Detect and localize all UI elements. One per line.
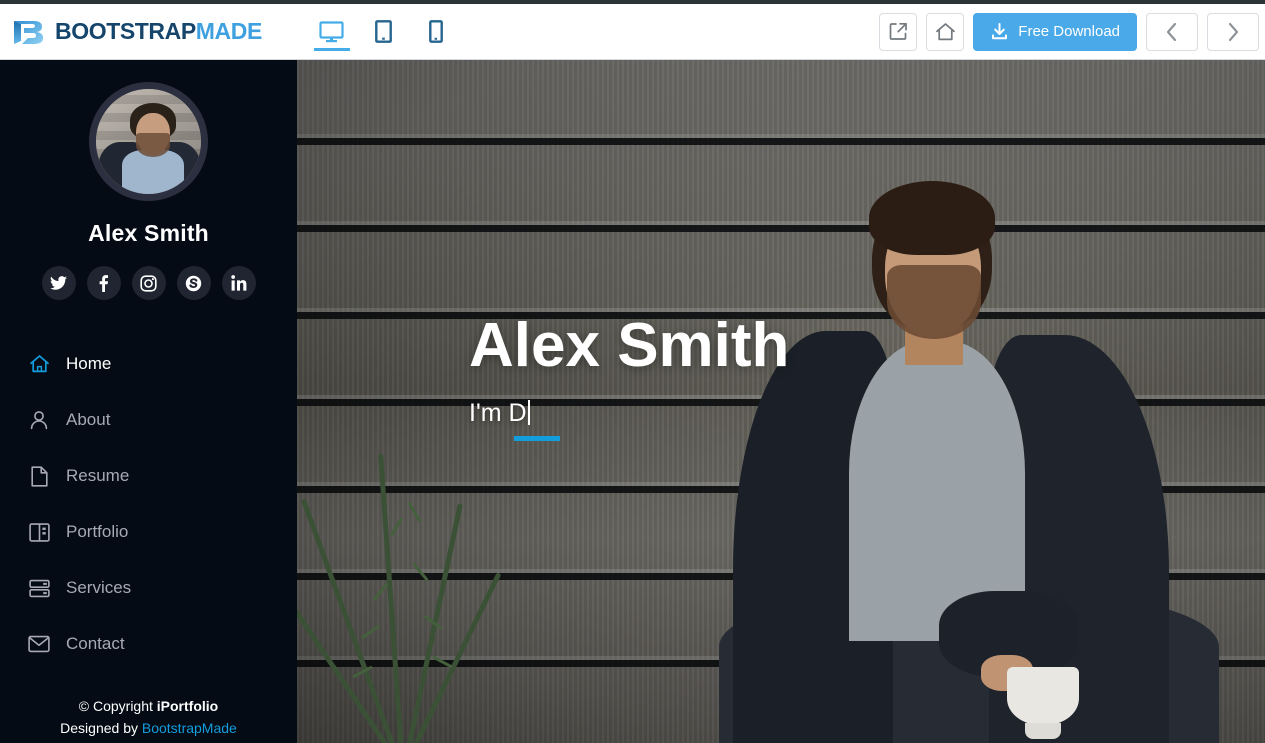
free-download-button[interactable]: Free Download [973,12,1137,51]
social-link-linkedin[interactable] [221,266,256,300]
desktop-monitor-icon [319,20,345,42]
hero-text: Alex Smith I'm D [469,311,790,441]
sidebar-item-label: Contact [66,634,125,653]
brand-text: BOOTSTRAPMADE [55,18,262,45]
server-icon [28,579,50,598]
home-icon [935,22,955,40]
social-link-skype[interactable] [176,266,211,300]
hero-accent-bar [514,436,560,441]
typing-caret [527,400,530,425]
brand[interactable]: BOOTSTRAPMADE [12,17,262,47]
previous-template-button[interactable] [1146,12,1198,51]
hero-subtitle: I'm D [469,399,789,441]
chevron-right-icon [1228,22,1239,41]
credits: Designed by BootstrapMade [0,720,297,736]
social-link-twitter[interactable] [41,266,76,300]
social-link-instagram[interactable] [131,266,166,300]
profile-name: Alex Smith [88,220,209,246]
bootstrapmade-b-logo [14,20,43,44]
home-icon [28,354,50,374]
download-icon [992,23,1008,40]
skype-icon [185,275,202,291]
linkedin-icon [230,275,246,291]
free-download-label: Free Download [1018,23,1120,40]
site-sidebar: Alex Smith Home About Resume Portfolio S… [0,60,297,743]
person-beard [887,265,981,339]
sidebar-item-label: Services [66,578,132,597]
copyright-name: iPortfolio [156,698,219,714]
viewport-mobile-button[interactable] [410,4,462,60]
preview-toolbar: BOOTSTRAPMADE Free Download [0,4,1265,60]
instagram-icon [140,274,157,292]
chevron-left-icon [1166,22,1177,41]
toolbar-home-button[interactable] [926,12,965,51]
person-hair [869,181,995,255]
sidebar-item-resume[interactable]: Resume [0,448,297,504]
sidebar-item-home[interactable]: Home [0,336,297,392]
hero-title: Alex Smith [469,311,790,380]
credits-prefix: Designed by [60,719,142,736]
social-links [0,266,297,300]
sidebar-item-contact[interactable]: Contact [0,616,297,672]
brand-text-dark: BOOTSTRAP [55,18,196,44]
tablet-icon [375,20,393,43]
viewport-tablet-button[interactable] [358,4,410,60]
coffee-cup [1007,667,1079,725]
hero-section: Alex Smith I'm D [297,60,1265,743]
facebook-icon [99,274,108,292]
brand-text-light: MADE [195,18,263,44]
sidebar-item-label: Home [66,354,112,373]
external-link-icon [889,22,907,40]
avatar [89,82,208,201]
coffee-cup-base [1025,723,1061,739]
envelope-icon [28,635,50,653]
viewport-switcher [306,4,462,60]
file-icon [28,465,50,487]
sidebar-item-label: Portfolio [66,522,129,541]
hero-subtitle-text: I'm D [469,399,527,427]
copyright-prefix: © Copyright [78,698,157,714]
open-external-button[interactable] [879,12,918,51]
sidebar-item-services[interactable]: Services [0,560,297,616]
sidebar-item-label: Resume [66,466,130,485]
social-link-facebook[interactable] [86,266,121,300]
sidebar-item-about[interactable]: About [0,392,297,448]
plant-decoration [297,423,539,743]
next-template-button[interactable] [1207,12,1259,51]
columns-icon [28,522,50,542]
avatar-beard [136,133,170,157]
sidebar-item-label: About [66,410,111,429]
copyright: © Copyright iPortfolio [0,694,297,720]
sidebar-item-portfolio[interactable]: Portfolio [0,504,297,560]
sidebar-nav: Home About Resume Portfolio Services Con… [0,336,297,672]
user-icon [28,410,50,430]
mobile-phone-icon [429,20,443,43]
credits-link[interactable]: BootstrapMade [142,720,237,736]
twitter-icon [50,275,67,290]
toolbar-actions: Free Download [879,12,1265,51]
viewport-desktop-button[interactable] [306,4,358,60]
